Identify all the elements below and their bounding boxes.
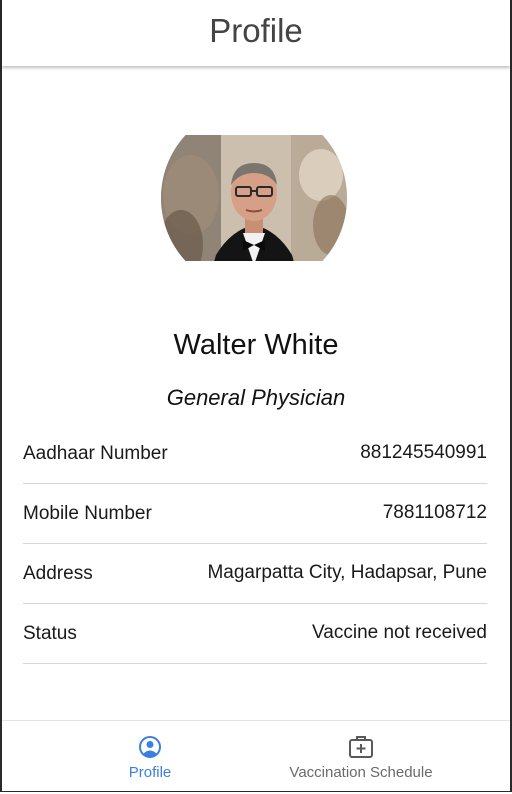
detail-label: Address: [23, 563, 93, 584]
detail-value: 7881108712: [382, 502, 487, 523]
nav-label: Vaccination Schedule: [289, 764, 433, 781]
detail-label: Mobile Number: [23, 503, 152, 524]
bottom-navigation: Profile Vaccination Schedule: [2, 720, 510, 791]
detail-label: Aadhaar Number: [23, 443, 168, 464]
detail-row-aadhaar: Aadhaar Number 881245540991: [23, 424, 487, 484]
detail-value: Magarpatta City, Hadapsar, Pune: [207, 562, 487, 583]
profile-role: General Physician: [166, 385, 346, 410]
nav-item-vaccination-schedule[interactable]: Vaccination Schedule: [270, 721, 452, 791]
detail-label: Status: [23, 623, 77, 644]
avatar-container: [161, 135, 347, 261]
avatar: [161, 135, 347, 261]
nav-item-profile[interactable]: Profile: [100, 721, 200, 791]
medical-bag-icon: [348, 735, 374, 764]
detail-value: Vaccine not received: [312, 622, 487, 643]
app-screen: Profile Walter White General Physician A…: [0, 0, 512, 792]
detail-row-status: Status Vaccine not received: [23, 604, 487, 664]
nav-label: Profile: [128, 764, 172, 781]
detail-row-mobile: Mobile Number 7881108712: [23, 484, 487, 544]
page-title: Profile: [209, 12, 303, 49]
profile-photo: [161, 135, 347, 261]
profile-name: Walter White: [173, 329, 339, 361]
account-circle-icon: [138, 735, 162, 764]
detail-value: 881245540991: [360, 442, 487, 463]
detail-row-address: Address Magarpatta City, Hadapsar, Pune: [23, 544, 487, 604]
top-app-bar: Profile: [2, 0, 510, 66]
profile-details-list: Aadhaar Number 881245540991 Mobile Numbe…: [23, 424, 487, 664]
